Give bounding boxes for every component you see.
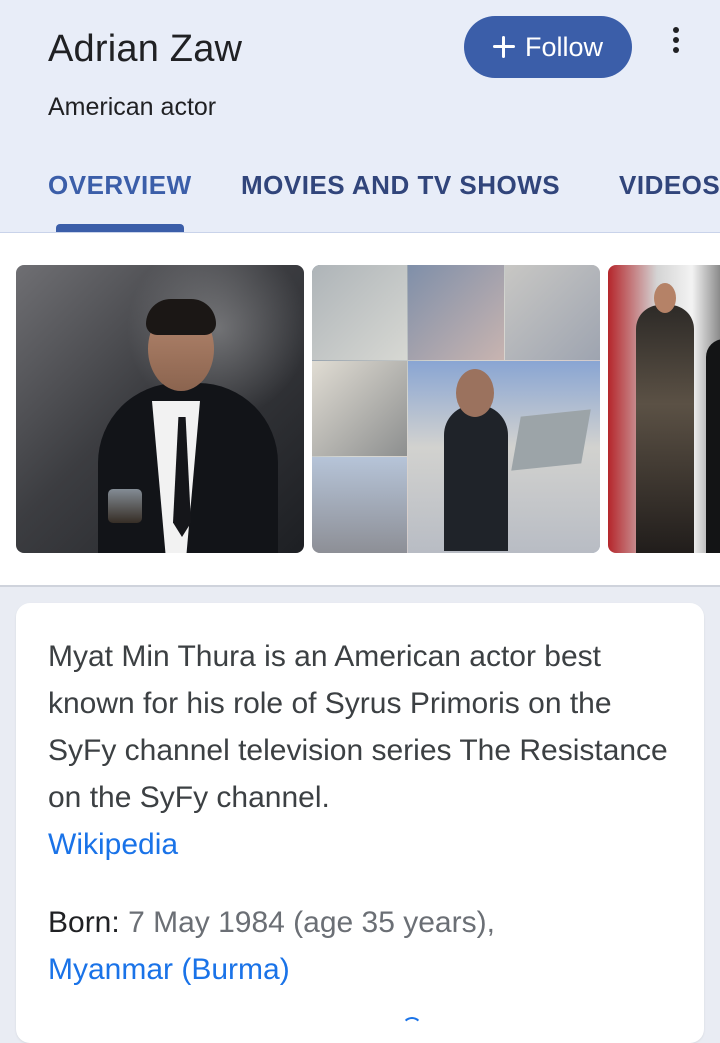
collage-sign bbox=[511, 409, 591, 471]
description-block: Myat Min Thura is an American actor best… bbox=[48, 633, 680, 868]
collage-panel bbox=[408, 265, 504, 360]
image-card-2[interactable] bbox=[312, 265, 600, 553]
active-tab-indicator bbox=[56, 224, 184, 232]
image-card-1[interactable] bbox=[16, 265, 304, 553]
image-carousel bbox=[0, 233, 720, 586]
born-label: Born: bbox=[48, 906, 120, 939]
tab-overview[interactable]: OVERVIEW bbox=[48, 170, 192, 201]
collage-panel bbox=[312, 361, 407, 456]
portrait-hair bbox=[146, 299, 216, 335]
follow-button[interactable]: Follow bbox=[464, 16, 632, 78]
follow-button-label: Follow bbox=[524, 31, 604, 62]
collage-figure bbox=[444, 405, 508, 551]
collage-panel bbox=[312, 457, 407, 553]
more-options-button[interactable] bbox=[660, 20, 692, 60]
more-vert-icon bbox=[673, 47, 679, 53]
more-vert-icon bbox=[673, 37, 679, 43]
born-value: 7 May 1984 (age 35 years), bbox=[128, 906, 495, 939]
collage-face bbox=[456, 369, 494, 417]
more-vert-icon bbox=[673, 27, 679, 33]
entity-title: Adrian Zaw bbox=[48, 28, 243, 70]
collage-panel bbox=[312, 265, 407, 360]
plus-icon bbox=[492, 36, 515, 58]
entity-tabs: OVERVIEW MOVIES AND TV SHOWS VIDEOS bbox=[0, 150, 720, 232]
event-dress bbox=[636, 305, 694, 553]
tab-movies-and-tv-shows[interactable]: MOVIES AND TV SHOWS bbox=[241, 170, 560, 201]
knowledge-card: Myat Min Thura is an American actor best… bbox=[16, 603, 704, 1043]
tab-videos[interactable]: VIDEOS bbox=[619, 170, 720, 201]
header: Adrian Zaw American actor Follow OVERVIE… bbox=[0, 0, 720, 233]
born-row: Born: 7 May 1984 (age 35 years), Myanmar… bbox=[48, 899, 680, 993]
collage-panel bbox=[505, 265, 600, 360]
glass-shape bbox=[108, 489, 142, 523]
clipped-text-fragment bbox=[402, 1017, 422, 1027]
description-text: Myat Min Thura is an American actor best… bbox=[48, 640, 668, 814]
entity-subtitle: American actor bbox=[48, 93, 217, 121]
born-location-link[interactable]: Myanmar (Burma) bbox=[48, 946, 680, 993]
event-face bbox=[654, 283, 676, 313]
event-man bbox=[706, 339, 720, 553]
wikipedia-link[interactable]: Wikipedia bbox=[48, 821, 680, 868]
image-card-3[interactable] bbox=[608, 265, 720, 553]
